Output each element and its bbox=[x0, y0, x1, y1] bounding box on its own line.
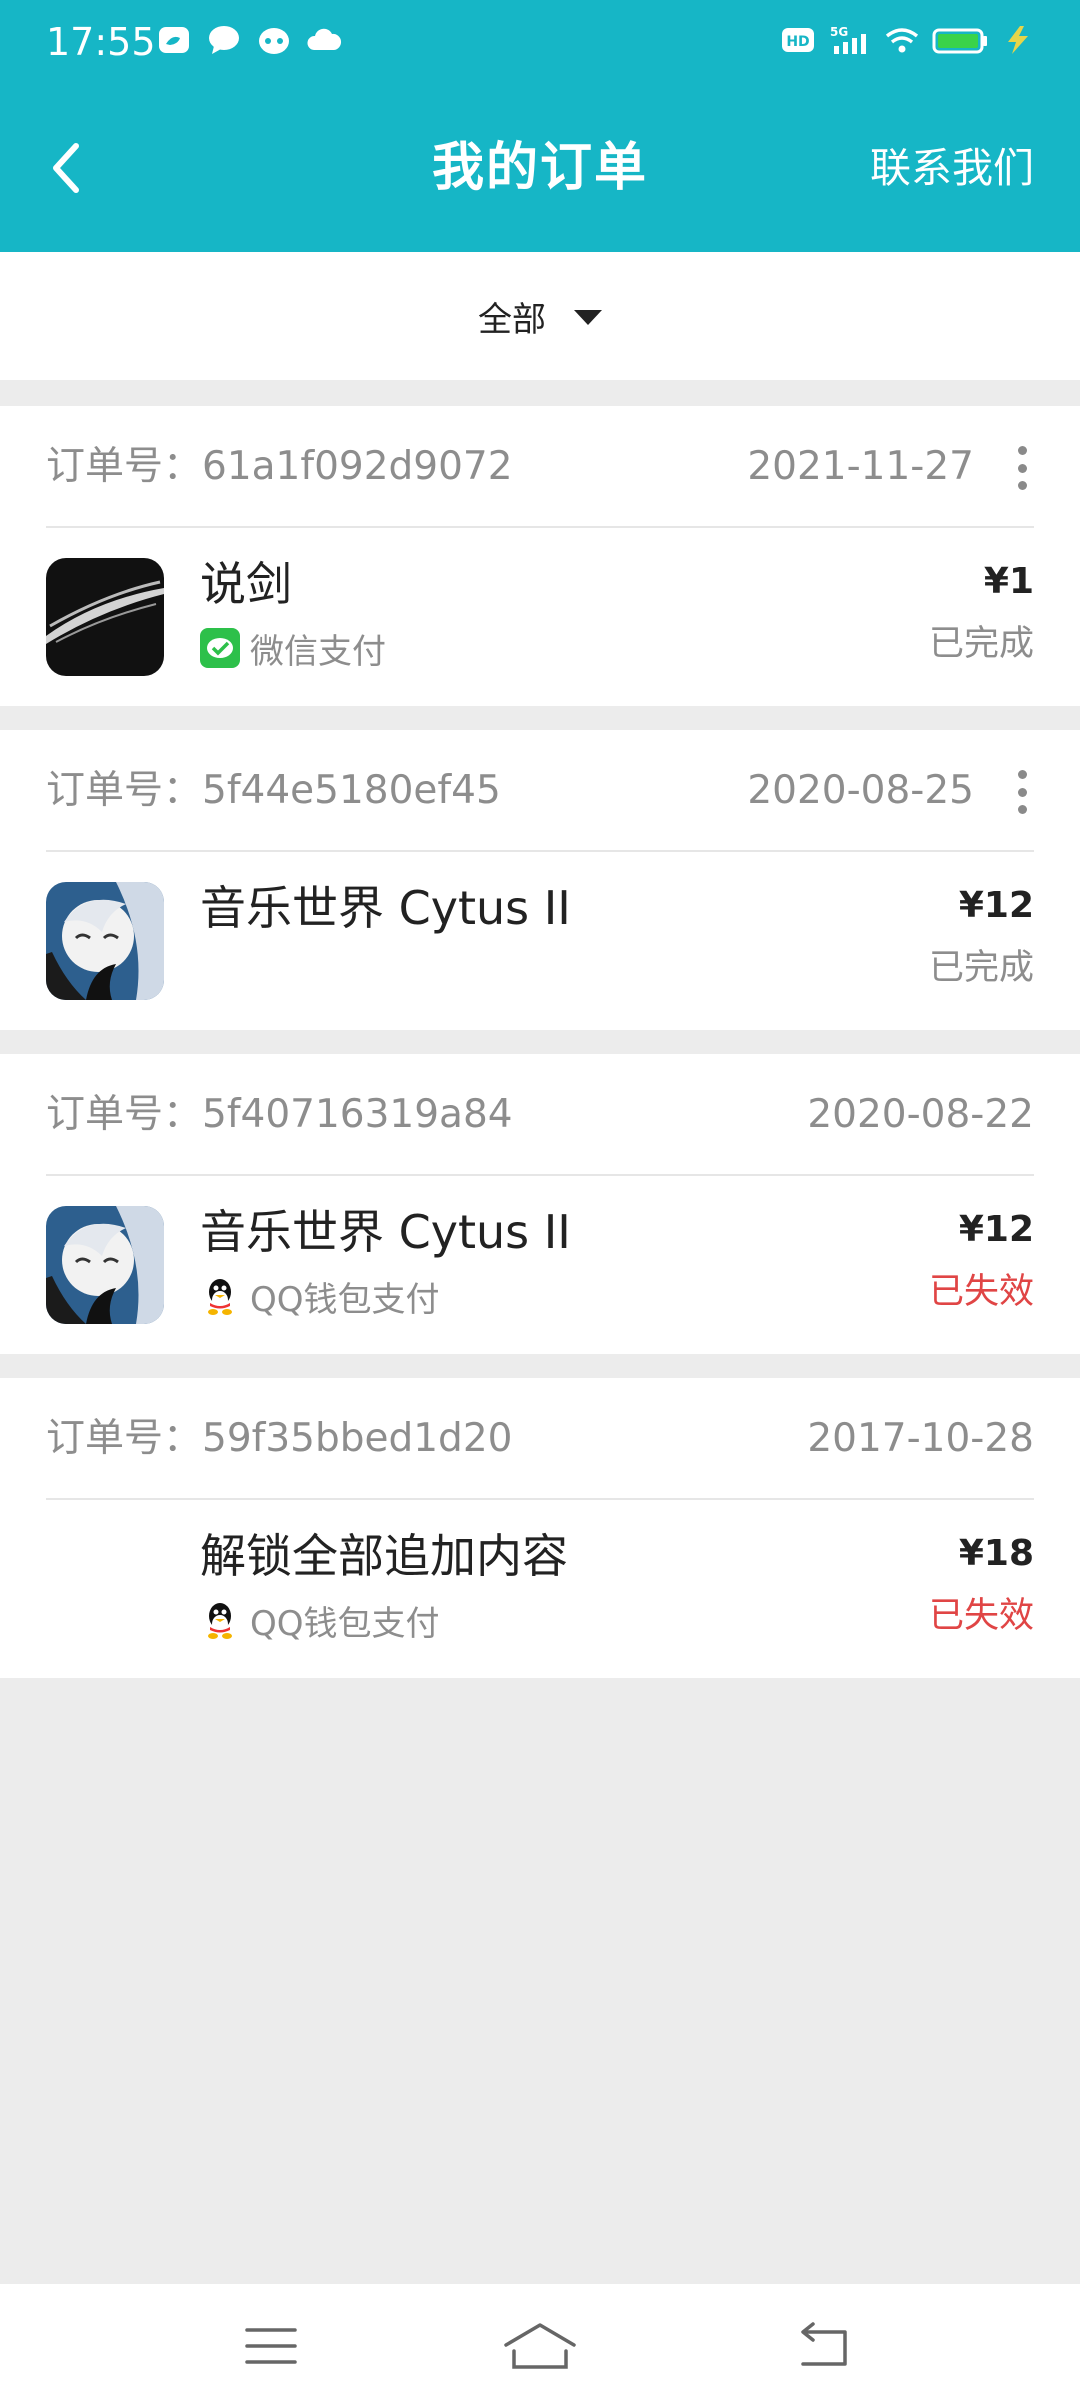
order-number: 订单号：59f35bbed1d20 bbox=[46, 1416, 513, 1461]
order-price: ¥1 bbox=[983, 561, 1034, 602]
caret-down-icon bbox=[574, 309, 602, 325]
qq-wallet-icon bbox=[208, 1603, 232, 1639]
app-name: 音乐世界 Cytus II bbox=[200, 881, 571, 935]
order-body: 解锁全部追加内容 QQ钱包支付 ¥18 已失效 bbox=[46, 1500, 1034, 1678]
filter-dropdown[interactable]: 全部 bbox=[0, 252, 1080, 380]
cloud-icon bbox=[307, 28, 342, 50]
order-header: 订单号：61a1f092d9072 2021-11-27 bbox=[46, 406, 1034, 528]
wifi-icon bbox=[885, 28, 919, 53]
charging-icon bbox=[1008, 26, 1028, 54]
order-status: 已完成 bbox=[928, 624, 1034, 664]
order-date: 2017-10-28 bbox=[807, 1416, 1034, 1461]
status-time: 17:55 bbox=[46, 20, 156, 64]
more-options-icon[interactable] bbox=[1010, 446, 1034, 490]
svg-text:HD: HD bbox=[786, 34, 809, 50]
weibo-icon bbox=[159, 27, 189, 53]
wechat-pay-icon bbox=[200, 628, 240, 668]
order-number: 订单号：61a1f092d9072 bbox=[46, 444, 513, 489]
order-status: 已完成 bbox=[928, 948, 1034, 988]
menu-button[interactable] bbox=[226, 2314, 316, 2378]
order-header: 订单号：59f35bbed1d20 2017-10-28 bbox=[46, 1378, 1034, 1500]
order-body: 音乐世界 Cytus II QQ钱包支付 ¥12 已失效 bbox=[46, 1176, 1034, 1354]
svg-text:5G: 5G bbox=[830, 25, 848, 39]
order-price: ¥18 bbox=[958, 1533, 1034, 1574]
status-left-icons bbox=[156, 22, 342, 58]
order-price: ¥12 bbox=[958, 885, 1034, 926]
battery-icon bbox=[932, 28, 987, 54]
order-date: 2020-08-25 bbox=[747, 768, 974, 813]
order-card[interactable]: 订单号：5f44e5180ef45 2020-08-25 音乐世界 Cytus … bbox=[0, 730, 1080, 1030]
payment-label: QQ钱包支付 bbox=[250, 1279, 440, 1320]
order-card[interactable]: 订单号：61a1f092d9072 2021-11-27 说剑 微信支付 ¥1 … bbox=[0, 406, 1080, 706]
order-status: 已失效 bbox=[928, 1272, 1034, 1312]
menu-icon bbox=[245, 2328, 297, 2364]
more-options-icon[interactable] bbox=[1010, 770, 1034, 814]
order-date: 2020-08-22 bbox=[807, 1092, 1034, 1137]
filter-label: 全部 bbox=[478, 299, 546, 340]
hd-icon: HD bbox=[782, 28, 814, 52]
order-number: 订单号：5f44e5180ef45 bbox=[46, 768, 501, 813]
app-icon-cytus bbox=[46, 1206, 164, 1324]
game-icon bbox=[259, 28, 289, 54]
order-header: 订单号：5f44e5180ef45 2020-08-25 bbox=[46, 730, 1034, 852]
order-body: 说剑 微信支付 ¥1 已完成 bbox=[46, 528, 1034, 706]
app-name: 音乐世界 Cytus II bbox=[200, 1205, 571, 1259]
payment-label: 微信支付 bbox=[250, 631, 386, 672]
header: 17:55 HD 5G 我的订单 联系我们 bbox=[0, 0, 1080, 252]
back-icon bbox=[801, 2322, 847, 2366]
payment-method: 微信支付 bbox=[200, 626, 386, 672]
5g-signal-icon: 5G bbox=[830, 25, 866, 54]
order-body: 音乐世界 Cytus II ¥12 已完成 bbox=[46, 852, 1034, 1030]
status-right-icons: HD 5G bbox=[780, 22, 1036, 58]
app-icon-shuojian bbox=[46, 558, 164, 676]
app-name: 解锁全部追加内容 bbox=[200, 1529, 568, 1583]
order-card[interactable]: 订单号：5f40716319a84 2020-08-22 音乐世界 Cytus … bbox=[0, 1054, 1080, 1354]
qq-wallet-icon bbox=[208, 1279, 232, 1315]
back-nav-button[interactable] bbox=[778, 2314, 868, 2378]
order-date: 2021-11-27 bbox=[747, 444, 974, 489]
app-icon-cytus bbox=[46, 882, 164, 1000]
payment-method: QQ钱包支付 bbox=[200, 1598, 440, 1644]
payment-method: QQ钱包支付 bbox=[200, 1274, 440, 1320]
order-price: ¥12 bbox=[958, 1209, 1034, 1250]
home-button[interactable] bbox=[495, 2314, 585, 2378]
order-number: 订单号：5f40716319a84 bbox=[46, 1092, 513, 1137]
contact-us-button[interactable]: 联系我们 bbox=[870, 140, 1034, 196]
order-status: 已失效 bbox=[928, 1596, 1034, 1636]
app-name: 说剑 bbox=[200, 557, 292, 611]
order-header: 订单号：5f40716319a84 2020-08-22 bbox=[46, 1054, 1034, 1176]
payment-label: QQ钱包支付 bbox=[250, 1603, 440, 1644]
home-icon bbox=[504, 2323, 576, 2369]
status-bar: 17:55 HD 5G bbox=[0, 0, 1080, 84]
order-card[interactable]: 订单号：59f35bbed1d20 2017-10-28 解锁全部追加内容 QQ… bbox=[0, 1378, 1080, 1678]
system-nav-bar bbox=[0, 2284, 1080, 2408]
nav-bar: 我的订单 联系我们 bbox=[0, 84, 1080, 252]
message-icon bbox=[209, 26, 239, 54]
